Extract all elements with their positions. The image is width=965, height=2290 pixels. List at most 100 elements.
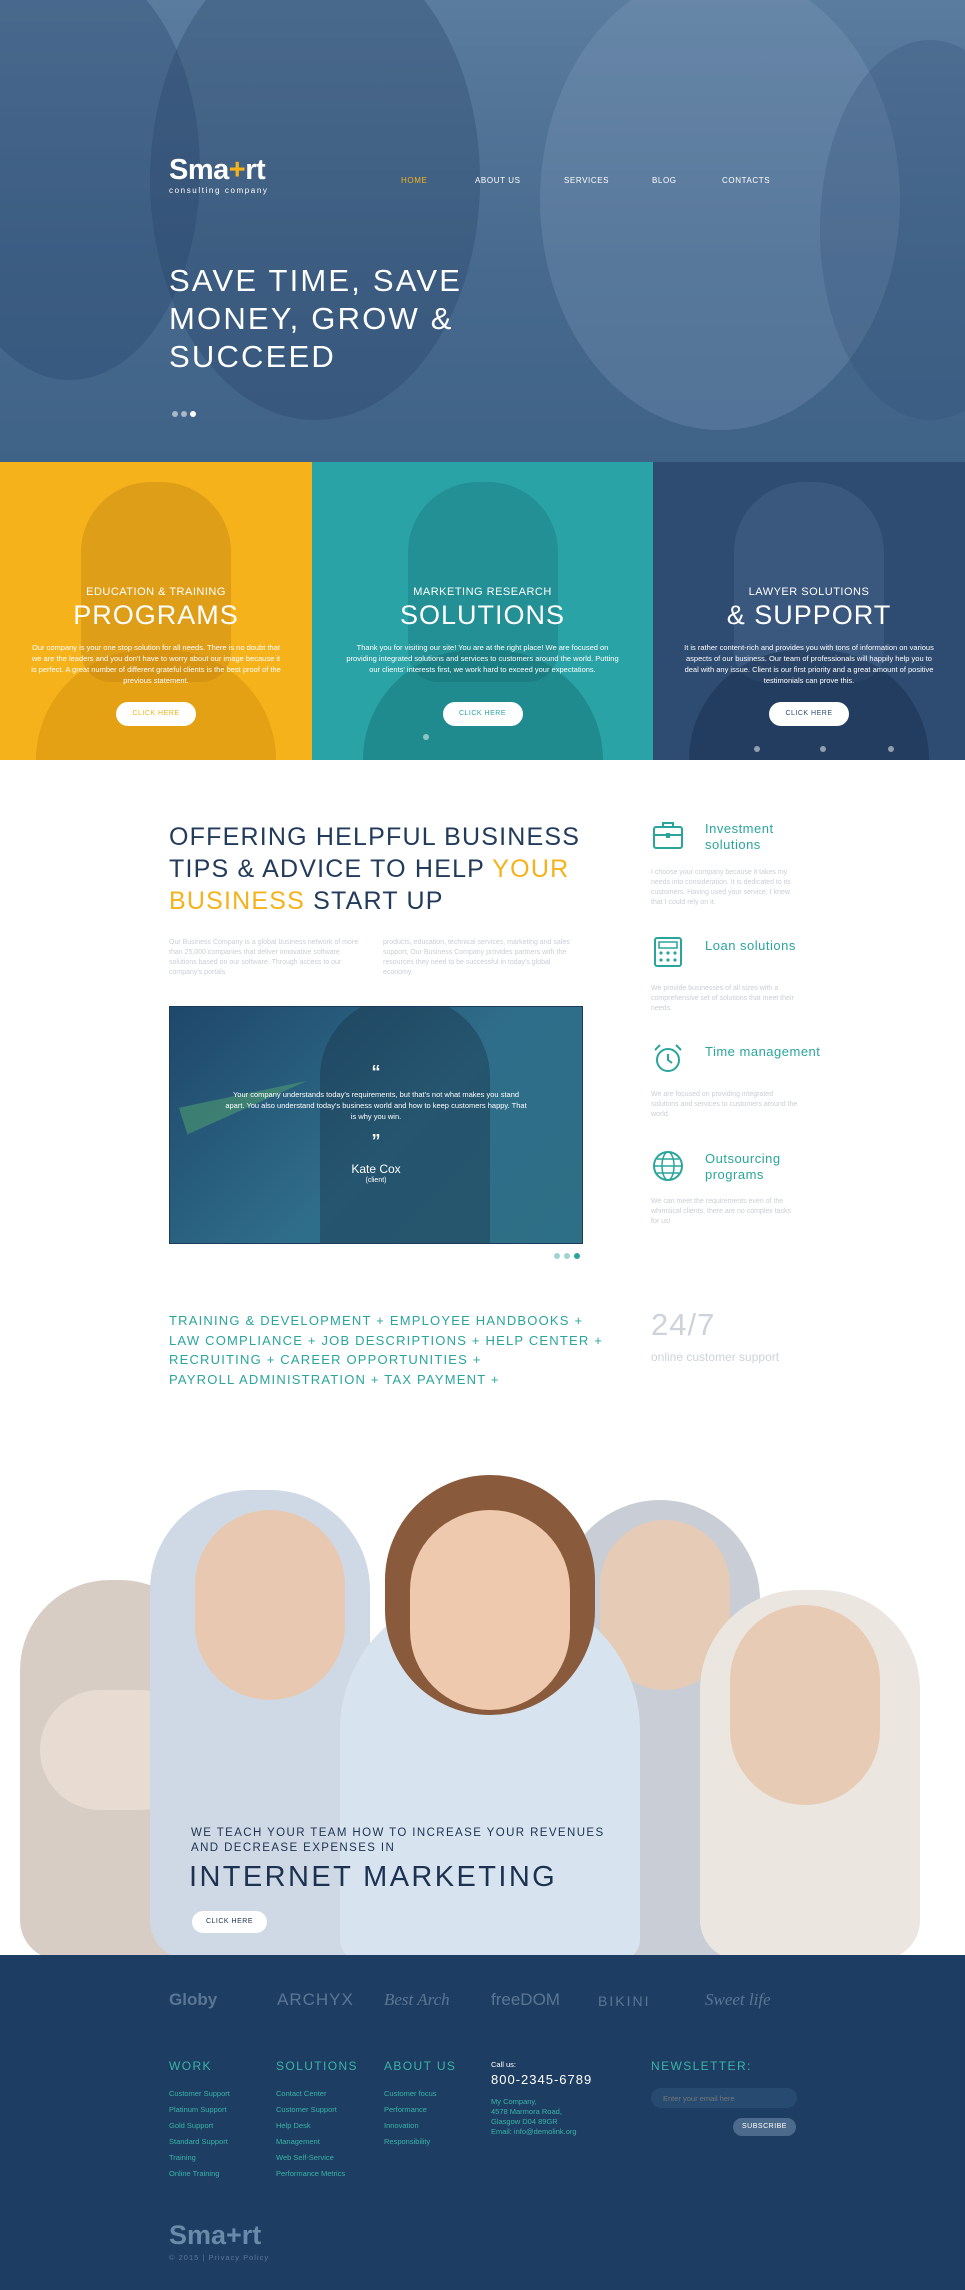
footer-link[interactable]: Help Desk (276, 2121, 311, 2130)
team-click-here-button[interactable]: CLICK HERE (192, 1911, 267, 1933)
briefcase-icon (653, 822, 683, 849)
subscribe-button[interactable]: SUBSCRIBE (733, 2118, 796, 2136)
footer-heading-about-us: ABOUT US (384, 2059, 457, 2073)
offer-text-column: Our Business Company is a global busines… (169, 939, 359, 976)
service-title[interactable]: Time management (705, 1044, 825, 1060)
address-line: Glasgow D04 89GR (491, 2117, 558, 2126)
logo[interactable]: Sma+rt (169, 154, 266, 186)
panel-dot[interactable] (754, 746, 760, 752)
panel-programs: EDUCATION & TRAINING PROGRAMS Our compan… (0, 462, 312, 760)
team-photo-person (410, 1510, 570, 1710)
brand-logo-archyx[interactable]: ARCHYX (277, 1990, 354, 2010)
footer-link[interactable]: Innovation (384, 2121, 419, 2130)
footer (0, 1955, 965, 2290)
page-root: Sma+rt consulting company HOME ABOUT US … (0, 0, 965, 2290)
footer-link[interactable]: Performance (384, 2105, 427, 2114)
testimonial-slider: “ Your company understands today's requi… (169, 1006, 583, 1244)
footer-link[interactable]: Customer Support (276, 2105, 337, 2114)
footer-link[interactable]: Online Training (169, 2169, 219, 2178)
brand-logo-sweet-life[interactable]: Sweet life (705, 1990, 771, 2010)
offer-title: OFFERING HELPFUL BUSINESS TIPS & ADVICE … (169, 823, 581, 915)
footer-link[interactable]: Web Self-Service (276, 2153, 334, 2162)
nav-about-us[interactable]: ABOUT US (475, 176, 521, 185)
footer-logo[interactable]: Sma+rt (169, 2220, 261, 2251)
service-tags: TRAINING & DEVELOPMENT + EMPLOYEE HANDBO… (169, 1311, 609, 1389)
service-desc: We are focused on providing integrated s… (651, 1091, 798, 1118)
team-photo-person (195, 1510, 345, 1700)
panel-text: Thank you for visiting our site! You are… (346, 643, 619, 674)
address-line: 4578 Marmora Road, (491, 2107, 562, 2116)
panel-dot[interactable] (423, 734, 429, 740)
newsletter-email-input[interactable] (651, 2088, 797, 2108)
offer-text-column: products, education, technical services,… (383, 939, 570, 976)
panel-title: & SUPPORT (726, 600, 892, 630)
panel-dot[interactable] (888, 746, 894, 752)
service-title[interactable]: Investment solutions (705, 821, 825, 853)
testimonial-name: Kate Cox (351, 1162, 401, 1176)
testimonial-photo (320, 1007, 490, 1243)
email-link[interactable]: Email: info@demolink.org (491, 2127, 577, 2137)
testimonial-dot[interactable] (554, 1253, 560, 1259)
tag-line: TRAINING & DEVELOPMENT + EMPLOYEE HANDBO… (169, 1313, 584, 1328)
panel-support: LAWYER SOLUTIONS & SUPPORT It is rather … (653, 462, 965, 760)
service-title[interactable]: Outsourcing programs (705, 1151, 825, 1183)
service-desc: We can meet the requirements even of the… (651, 1198, 792, 1225)
hero-banner (0, 0, 965, 462)
panel-kicker: LAWYER SOLUTIONS (748, 586, 870, 598)
footer-link[interactable]: Customer focus (384, 2089, 437, 2098)
brand-logo-globy[interactable]: Globy (169, 1990, 217, 2010)
team-title: INTERNET MARKETING (189, 1861, 558, 1893)
slider-dot-active[interactable] (190, 411, 196, 417)
service-desc: We provide businesses of all sizes with … (651, 985, 794, 1012)
footer-heading-solutions: SOLUTIONS (276, 2059, 358, 2073)
panel-click-here-button[interactable]: CLICK HERE (116, 702, 196, 726)
footer-link[interactable]: Training (169, 2153, 196, 2162)
footer-link[interactable]: Gold Support (169, 2121, 213, 2130)
brand-logo-freedom[interactable]: freeDOM (491, 1990, 560, 2010)
team-photo-person (730, 1605, 880, 1805)
service-desc: I choose your company because it takes m… (651, 869, 791, 906)
support-hours: 24/7 (651, 1307, 716, 1342)
address-line: My Company, (491, 2097, 537, 2106)
footer-link[interactable]: Platinum Support (169, 2105, 227, 2114)
close-quote-icon: ” (371, 1131, 381, 1151)
nav-home[interactable]: HOME (401, 176, 427, 185)
open-quote-icon: “ (371, 1062, 381, 1082)
footer-heading-work: WORK (169, 2059, 212, 2073)
footer-link[interactable]: Standard Support (169, 2137, 228, 2146)
footer-link[interactable]: Contact Center (276, 2089, 326, 2098)
testimonial-role: (client) (365, 1177, 387, 1184)
hero-title: SAVE TIME, SAVE MONEY, GROW & SUCCEED (169, 263, 463, 374)
calculator-icon (654, 937, 682, 967)
nav-contacts[interactable]: CONTACTS (722, 176, 770, 185)
call-us-label: Call us: (491, 2060, 517, 2069)
testimonial-text: Your company understands today's require… (225, 1090, 527, 1121)
service-title[interactable]: Loan solutions (705, 938, 825, 954)
nav-services[interactable]: SERVICES (564, 176, 609, 185)
brand-logo-best-arch[interactable]: Best Arch (384, 1990, 450, 2010)
logo-tagline: consulting company (169, 186, 269, 195)
footer-link[interactable]: Performance Metrics (276, 2169, 345, 2178)
tag-line: RECRUITING + CAREER OPPORTUNITIES + (169, 1352, 482, 1367)
panel-click-here-button[interactable]: CLICK HERE (769, 702, 849, 726)
footer-link[interactable]: Customer Support (169, 2089, 230, 2098)
brand-logo-bikini[interactable]: BIKINI (598, 1993, 650, 2009)
panel-solutions: MARKETING RESEARCH SOLUTIONS Thank you f… (312, 462, 653, 760)
panel-text: Our company is your one stop solution fo… (31, 643, 281, 685)
slider-dot[interactable] (181, 411, 187, 417)
phone-number[interactable]: 800-2345-6789 (491, 2072, 592, 2087)
panel-dot[interactable] (820, 746, 826, 752)
panel-title: SOLUTIONS (399, 600, 566, 630)
panel-kicker: MARKETING RESEARCH (413, 586, 552, 598)
footer-link[interactable]: Management (276, 2137, 320, 2146)
footer-heading-newsletter: NEWSLETTER: (651, 2059, 752, 2073)
footer-link[interactable]: Responsibility (384, 2137, 430, 2146)
tag-line: PAYROLL ADMINISTRATION + TAX PAYMENT + (169, 1371, 500, 1387)
testimonial-dot[interactable] (564, 1253, 570, 1259)
panel-click-here-button[interactable]: CLICK HERE (442, 702, 523, 726)
nav-blog[interactable]: BLOG (652, 176, 677, 185)
copyright[interactable]: © 2015 | Privacy Policy (169, 2253, 269, 2262)
globe-icon (653, 1151, 683, 1181)
slider-dot[interactable] (172, 411, 178, 417)
testimonial-dot-active[interactable] (574, 1253, 580, 1259)
